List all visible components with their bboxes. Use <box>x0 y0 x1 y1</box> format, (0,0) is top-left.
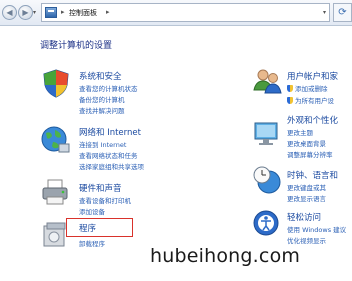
category-title-ease-of-access[interactable]: 轻松访问 <box>287 211 321 223</box>
link-optimize-display[interactable]: 优化视频显示 <box>287 235 326 245</box>
users-icon[interactable] <box>252 66 282 96</box>
link-view-computer-status[interactable]: 查看您的计算机状态 <box>79 83 138 93</box>
link-add-device[interactable]: 添加设备 <box>79 206 105 216</box>
link-homegroup-sharing[interactable]: 选择家庭组和共享选项 <box>79 161 144 171</box>
link-network-status[interactable]: 查看网络状态和任务 <box>79 150 138 160</box>
link-parental-controls[interactable]: 为所有用户设 <box>287 95 334 105</box>
link-uninstall-program[interactable]: 卸载程序 <box>79 238 105 248</box>
breadcrumb-control-panel[interactable]: 控制面板 <box>69 8 97 18</box>
link-change-keyboard[interactable]: 更改键盘或其 <box>287 182 326 192</box>
category-title-appearance[interactable]: 外观和个性化 <box>287 114 338 126</box>
programs-highlight-box <box>66 218 133 237</box>
back-button[interactable]: ◀ <box>2 5 17 20</box>
address-bar[interactable]: ▸ 控制面板 ▸ ▾ <box>41 3 330 22</box>
recent-pages-dropdown[interactable]: ▾ <box>33 9 36 16</box>
clock-globe-icon[interactable] <box>251 164 283 196</box>
link-change-display-language[interactable]: 更改显示语言 <box>287 193 326 203</box>
uac-shield-icon <box>287 85 293 92</box>
page-title: 调整计算机的设置 <box>40 41 113 51</box>
category-title-network-internet[interactable]: 网络和 Internet <box>79 126 141 138</box>
ease-of-access-icon[interactable] <box>251 208 281 238</box>
uac-shield-icon <box>287 97 293 104</box>
forward-button[interactable]: ▶ <box>18 5 33 20</box>
link-change-desktop-background[interactable]: 更改桌面背景 <box>287 138 326 148</box>
control-panel-icon <box>45 7 57 18</box>
link-label: 为所有用户设 <box>295 97 334 105</box>
refresh-button[interactable]: ⟳ <box>333 3 352 22</box>
category-title-clock-region[interactable]: 时钟、语言和 <box>287 169 338 181</box>
link-label: 添加或删除 <box>295 85 328 93</box>
link-adjust-resolution[interactable]: 调整屏幕分辨率 <box>287 149 333 159</box>
globe-network-icon[interactable] <box>39 124 71 156</box>
link-add-remove-accounts[interactable]: 添加或删除 <box>287 83 328 93</box>
breadcrumb-separator[interactable]: ▸ <box>106 8 110 16</box>
link-backup-computer[interactable]: 备份您的计算机 <box>79 94 125 104</box>
category-title-hardware-sound[interactable]: 硬件和声音 <box>79 182 122 194</box>
category-title-system-security[interactable]: 系统和安全 <box>79 70 122 82</box>
watermark-text: hubeihong.com <box>150 245 301 267</box>
link-windows-suggestions[interactable]: 使用 Windows 建议 <box>287 224 346 234</box>
link-connect-internet[interactable]: 连接到 Internet <box>79 139 126 149</box>
shield-flag-icon[interactable] <box>41 68 71 98</box>
appearance-icon[interactable] <box>252 118 282 148</box>
link-troubleshoot[interactable]: 查找并解决问题 <box>79 105 125 115</box>
category-title-user-accounts[interactable]: 用户帐户和家 <box>287 70 338 82</box>
address-dropdown-icon[interactable]: ▾ <box>323 9 326 16</box>
link-change-theme[interactable]: 更改主题 <box>287 127 313 137</box>
breadcrumb-separator[interactable]: ▸ <box>61 8 65 16</box>
link-devices-printers[interactable]: 查看设备和打印机 <box>79 195 131 205</box>
navigation-bar: ◀ ▶ ▾ ▸ 控制面板 ▸ ▾ ⟳ <box>0 0 352 26</box>
printer-icon[interactable] <box>40 178 72 208</box>
